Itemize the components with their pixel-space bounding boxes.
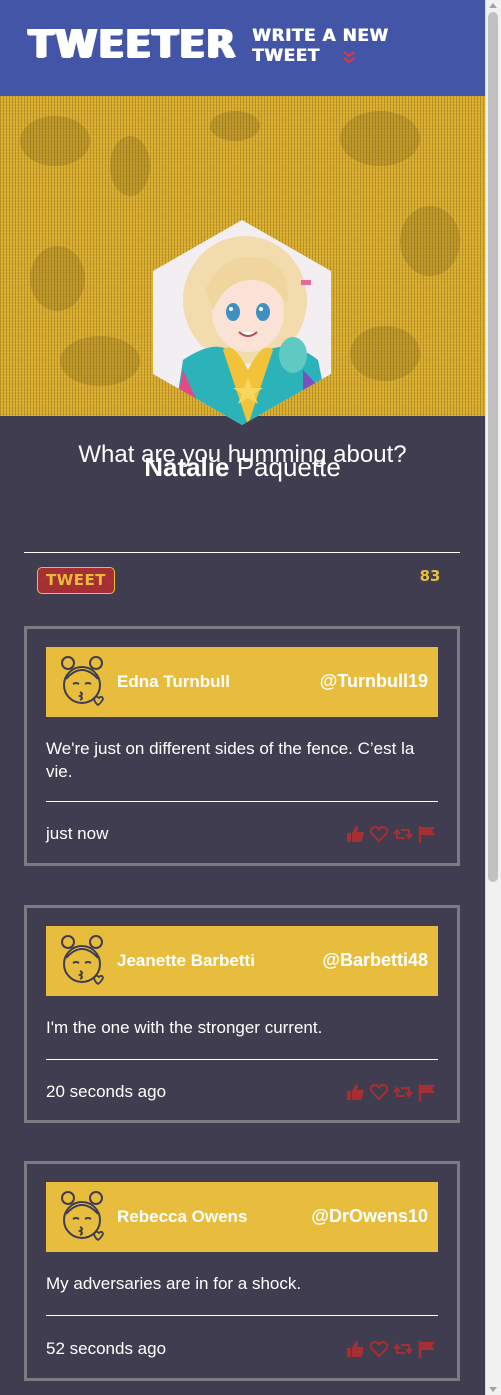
tweet-card: Rebecca Owens @DrOwens10 My adversaries …	[24, 1161, 460, 1381]
scroll-down-arrow-icon[interactable]	[489, 1387, 497, 1392]
heart-icon[interactable]	[369, 824, 389, 844]
tweet-divider	[46, 801, 438, 802]
tweet-header: Rebecca Owens @DrOwens10	[46, 1182, 438, 1252]
top-nav: TWEETER WRITE A NEW TWEET	[0, 0, 485, 96]
retweet-icon[interactable]	[393, 1339, 413, 1359]
brand-logo[interactable]: TWEETER	[28, 22, 236, 66]
tweet-author-handle[interactable]: @Turnbull19	[320, 671, 428, 692]
tweet-text: I'm the one with the stronger current.	[46, 1018, 323, 1037]
tweet-author-name[interactable]: Rebecca Owens	[117, 1207, 247, 1227]
thumbs-up-icon[interactable]	[345, 1082, 365, 1102]
tweet-actions	[345, 1339, 437, 1359]
tweet-divider	[46, 1059, 438, 1060]
tweet-text: We're just on different sides of the fen…	[46, 739, 415, 781]
flag-icon[interactable]	[417, 1339, 437, 1359]
tweet-timestamp: 52 seconds ago	[46, 1339, 167, 1358]
write-new-tweet-button[interactable]: WRITE A NEW TWEET	[252, 26, 462, 66]
compose-divider	[24, 552, 460, 553]
tweet-submit-button[interactable]: TWEET	[37, 567, 115, 594]
tweet-header: Jeanette Barbetti @Barbetti48	[46, 926, 438, 996]
page-scrollbar[interactable]	[485, 0, 501, 1395]
tweet-timestamp: just now	[46, 824, 109, 843]
tweet-header: Edna Turnbull @Turnbull19	[46, 647, 438, 717]
thumbs-up-icon[interactable]	[345, 824, 365, 844]
compose-prompt[interactable]: What are you humming about?	[0, 441, 485, 469]
tweet-timestamp: 20 seconds ago	[46, 1082, 167, 1101]
tweet-actions	[345, 1082, 437, 1102]
retweet-icon[interactable]	[393, 824, 413, 844]
tweet-text: My adversaries are in for a shock.	[46, 1274, 302, 1293]
retweet-icon[interactable]	[393, 1082, 413, 1102]
flag-icon[interactable]	[417, 1082, 437, 1102]
character-counter: 83	[419, 567, 441, 585]
double-chevron-down-icon[interactable]	[342, 50, 356, 64]
flag-icon[interactable]	[417, 824, 437, 844]
kissing-face-icon	[58, 934, 106, 988]
kissing-face-icon	[58, 655, 106, 709]
tweet-author-name[interactable]: Jeanette Barbetti	[117, 951, 255, 971]
profile-banner: Natalie Paquette	[0, 96, 485, 482]
tweet-divider	[46, 1315, 438, 1316]
scrollbar-thumb[interactable]	[488, 12, 498, 882]
thumbs-up-icon[interactable]	[345, 1339, 365, 1359]
tweet-card: Jeanette Barbetti @Barbetti48 I'm the on…	[24, 905, 460, 1123]
kissing-face-icon	[58, 1190, 106, 1244]
heart-icon[interactable]	[369, 1339, 389, 1359]
profile-avatar	[153, 220, 331, 425]
tweet-author-name[interactable]: Edna Turnbull	[117, 672, 230, 692]
tweet-card: Edna Turnbull @Turnbull19 We're just on …	[24, 626, 460, 866]
page: TWEETER WRITE A NEW TWEET Natalie Paquet…	[0, 0, 485, 1395]
tweet-author-handle[interactable]: @DrOwens10	[311, 1206, 428, 1227]
tweet-author-handle[interactable]: @Barbetti48	[322, 950, 428, 971]
tweet-actions	[345, 824, 437, 844]
scroll-up-arrow-icon[interactable]	[489, 3, 497, 8]
heart-icon[interactable]	[369, 1082, 389, 1102]
